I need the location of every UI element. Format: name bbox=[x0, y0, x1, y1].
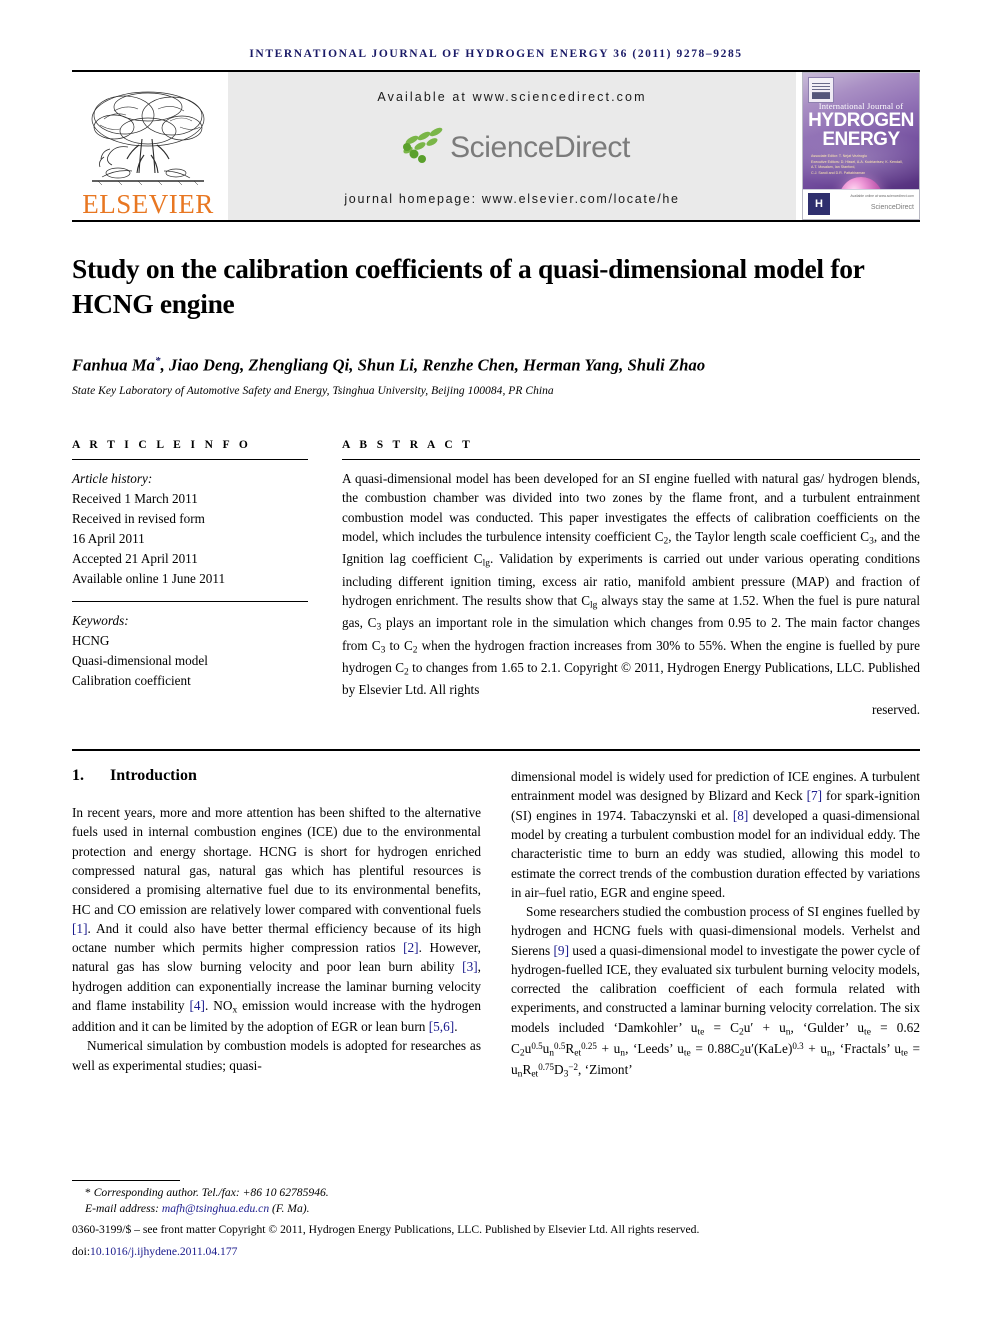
sciencedirect-band: Available at www.sciencedirect.com Scien… bbox=[228, 72, 796, 220]
abstract-column: A B S T R A C T A quasi-dimensional mode… bbox=[342, 439, 920, 719]
footnote-block: * Corresponding author. Tel./fax: +86 10… bbox=[72, 1179, 920, 1262]
email-link[interactable]: mafh@tsinghua.edu.cn bbox=[162, 1202, 269, 1215]
section-number: 1. bbox=[72, 767, 84, 785]
corresponding-author-note: * Corresponding author. Tel./fax: +86 10… bbox=[72, 1185, 920, 1201]
abstract-part: to changes from 1.65 to 2.1. bbox=[408, 660, 561, 676]
text-run: , ‘Zimont’ bbox=[578, 1062, 633, 1078]
doi-label: doi: bbox=[72, 1245, 91, 1259]
body-column-right: dimensional model is widely used for pre… bbox=[511, 767, 920, 1081]
article-history: Article history: Received 1 March 2011 R… bbox=[72, 469, 308, 589]
paragraph: Some researchers studied the combustion … bbox=[511, 902, 920, 1081]
keyword-item: Calibration coefficient bbox=[72, 673, 191, 689]
cover-editor-line-4: C.J. Sandi and D.R. Pattabiraman bbox=[811, 170, 866, 175]
text-run: . bbox=[454, 1019, 458, 1035]
citation-ref[interactable]: [3] bbox=[462, 959, 478, 974]
cover-sciencedirect-mark: ScienceDirect bbox=[870, 204, 914, 211]
footnote-rule bbox=[72, 1179, 180, 1181]
text-run: . NO bbox=[204, 997, 233, 1013]
elsevier-wordmark: ELSEVIER bbox=[82, 189, 214, 219]
page-title: Study on the calibration coefficients of… bbox=[72, 253, 865, 319]
citation-ref[interactable]: [5,6] bbox=[429, 1019, 454, 1034]
body-columns: 1. Introduction In recent years, more an… bbox=[72, 767, 920, 1081]
text-run: , ‘Leeds’ bbox=[625, 1040, 678, 1056]
history-item: 16 April 2011 bbox=[72, 530, 145, 546]
running-head-text: INTERNATIONAL JOURNAL OF HYDROGEN ENERGY… bbox=[249, 48, 743, 60]
author-first: Fanhua Ma bbox=[72, 355, 155, 375]
cover-editors: Associate Editor: T. Nejat Veziroglu Exe… bbox=[811, 154, 913, 176]
author-rest: , Jiao Deng, Zhengliang Qi, Shun Li, Ren… bbox=[160, 355, 706, 375]
citation-ref[interactable]: [4] bbox=[189, 998, 205, 1013]
available-at-text: Available at www.sciencedirect.com bbox=[377, 90, 647, 104]
intro-left-text: In recent years, more and more attention… bbox=[72, 803, 481, 1075]
email-label: E-mail address: bbox=[85, 1201, 162, 1215]
abstract-text: A quasi-dimensional model has been devel… bbox=[342, 469, 920, 719]
sciencedirect-wordmark: ScienceDirect bbox=[450, 131, 630, 164]
abstract-heading: A B S T R A C T bbox=[342, 438, 474, 451]
article-info-column: A R T I C L E I N F O Article history: R… bbox=[72, 439, 308, 719]
footnote-text: Corresponding author. Tel./fax: +86 10 6… bbox=[90, 1185, 329, 1199]
history-item: Received in revised form bbox=[72, 510, 205, 526]
doi-line: doi:10.1016/j.ijhydene.2011.04.177 bbox=[72, 1244, 920, 1261]
paragraph: Numerical simulation by combustion model… bbox=[72, 1038, 481, 1073]
abstract-part: to C bbox=[385, 637, 413, 653]
keywords-label: Keywords: bbox=[72, 613, 129, 629]
issn-copyright-line: 0360-3199/$ – see front matter Copyright… bbox=[72, 1223, 700, 1237]
running-head: INTERNATIONAL JOURNAL OF HYDROGEN ENERGY… bbox=[72, 0, 920, 70]
keywords-block: Keywords: HCNG Quasi-dimensional model C… bbox=[72, 611, 308, 691]
abstract-sub: lg bbox=[482, 558, 490, 569]
article-history-label: Article history: bbox=[72, 470, 153, 486]
history-item: Accepted 21 April 2011 bbox=[72, 551, 198, 567]
elsevier-tree-icon bbox=[84, 85, 212, 193]
cover-line3: ENERGY bbox=[822, 129, 900, 150]
citation-ref[interactable]: [7] bbox=[807, 788, 823, 803]
body-top-rule bbox=[72, 749, 920, 752]
formula-damkohler: ute = C2u′ + un bbox=[690, 1019, 791, 1038]
text-run: In recent years, more and more attention… bbox=[72, 805, 481, 917]
email-suffix: (F. Ma). bbox=[269, 1201, 310, 1215]
sciencedirect-logo: ScienceDirect bbox=[394, 126, 630, 171]
history-item: Received 1 March 2011 bbox=[72, 490, 198, 506]
info-abstract-block: A R T I C L E I N F O Article history: R… bbox=[72, 439, 920, 719]
citation-ref[interactable]: [8] bbox=[733, 808, 749, 823]
paragraph: In recent years, more and more attention… bbox=[72, 803, 481, 1036]
email-note: E-mail address: mafh@tsinghua.edu.cn (F.… bbox=[72, 1201, 920, 1217]
keyword-item: HCNG bbox=[72, 633, 110, 649]
cover-elsevier-mark bbox=[808, 77, 834, 103]
keyword-item: Quasi-dimensional model bbox=[72, 653, 208, 669]
intro-right-text: dimensional model is widely used for pre… bbox=[511, 767, 920, 1081]
journal-cover-image: International Journal of HYDROGEN ENERGY… bbox=[802, 72, 920, 220]
section-title: Introduction bbox=[110, 767, 197, 785]
journal-homepage-text: journal homepage: www.elsevier.com/locat… bbox=[344, 192, 680, 206]
citation-ref[interactable]: [1] bbox=[72, 921, 88, 936]
paragraph: dimensional model is widely used for pre… bbox=[511, 767, 920, 902]
affiliation: State Key Laboratory of Automotive Safet… bbox=[72, 384, 554, 397]
text-run: , ‘Fractals’ bbox=[831, 1040, 895, 1056]
section-heading-introduction: 1. Introduction bbox=[72, 767, 481, 785]
body-column-left: 1. Introduction In recent years, more an… bbox=[72, 767, 481, 1081]
masthead: ELSEVIER Available at www.sciencedirect.… bbox=[72, 72, 920, 220]
history-item: Available online 1 June 2011 bbox=[72, 571, 226, 587]
paper-page: INTERNATIONAL JOURNAL OF HYDROGEN ENERGY… bbox=[0, 0, 992, 1323]
formula-leeds: ute = 0.88C2u′(KaLe)0.3 + un bbox=[677, 1040, 832, 1059]
abstract-part: , the Taylor length scale coefficient C bbox=[668, 529, 870, 544]
sciencedirect-leaf-icon bbox=[394, 126, 446, 171]
cover-badge: H bbox=[808, 193, 830, 215]
citation-ref[interactable]: [2] bbox=[403, 940, 419, 955]
article-info-heading: A R T I C L E I N F O bbox=[72, 438, 252, 451]
author-list: Fanhua Ma*, Jiao Deng, Zhengliang Qi, Sh… bbox=[72, 355, 920, 376]
abstract-copyright-last: reserved. bbox=[872, 701, 920, 717]
elsevier-logo: ELSEVIER bbox=[72, 72, 224, 220]
citation-ref[interactable]: [9] bbox=[554, 943, 570, 958]
masthead-bottom-rule bbox=[72, 220, 920, 222]
doi-link[interactable]: 10.1016/j.ijhydene.2011.04.177 bbox=[90, 1245, 237, 1258]
text-run: , ‘Gulder’ bbox=[790, 1019, 858, 1035]
cover-sd-tagline: Available online at www.sciencedirect.co… bbox=[850, 194, 914, 198]
cover-line2: HYDROGEN bbox=[808, 110, 914, 131]
